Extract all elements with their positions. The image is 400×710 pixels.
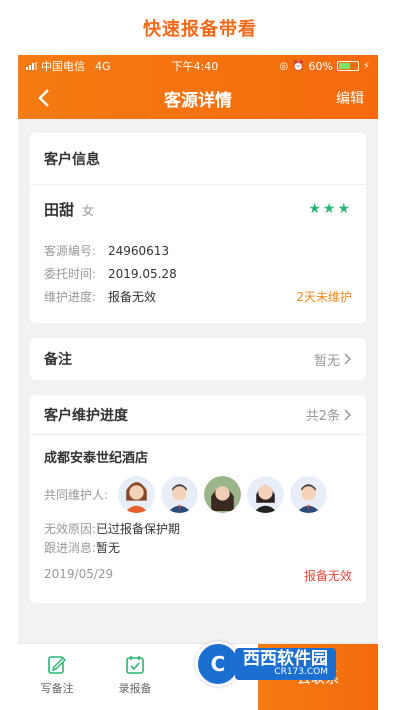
app-header: 中国电信 4G 下午4:40 ◎ ⏰ 60% ⚡ 客源详情 编辑 bbox=[18, 55, 378, 119]
avatar[interactable] bbox=[118, 475, 155, 513]
reason-label: 无效原因: bbox=[44, 522, 97, 536]
invalid-reason-row: 无效原因: 已过报备保护期 bbox=[30, 519, 366, 538]
customer-name-row: 田甜 女 ★★★ bbox=[30, 185, 366, 233]
watermark: C 西西软件园 CR173.COM bbox=[195, 640, 380, 688]
clock: 下午4:40 bbox=[171, 60, 219, 73]
customer-name: 田甜 bbox=[44, 200, 75, 219]
customer-info-header: 客户信息 bbox=[30, 133, 366, 185]
lock-rotation-icon: ◎ bbox=[279, 60, 289, 72]
promo-title: 快速报备带看 bbox=[143, 18, 257, 40]
section-title: 客户信息 bbox=[44, 151, 100, 168]
progress-footer: 2019/05/29 报备无效 bbox=[30, 567, 366, 584]
promo-banner: 快速报备带看 bbox=[0, 0, 400, 55]
rating-stars-icon: ★★★ bbox=[308, 201, 352, 217]
watermark-url: CR173.COM bbox=[274, 667, 328, 678]
battery-percent: 60% bbox=[308, 59, 333, 73]
field-row: 客源编号: 24960613 bbox=[30, 239, 366, 262]
follow-label: 跟进消息: bbox=[44, 541, 97, 555]
signal-icon bbox=[26, 62, 37, 70]
avatar[interactable] bbox=[290, 475, 327, 513]
follow-value: 暂无 bbox=[96, 541, 121, 555]
edit-button[interactable]: 编辑 bbox=[336, 88, 364, 108]
field-value: 2019.05.28 bbox=[108, 266, 177, 281]
tab-label: 写备注 bbox=[40, 682, 74, 695]
co-maintainers-row: 共同维护人: bbox=[30, 469, 366, 519]
nav-bar: 客源详情 编辑 bbox=[18, 77, 378, 119]
alarm-icon: ⏰ bbox=[292, 60, 305, 72]
field-value: 报备无效 bbox=[108, 290, 157, 304]
status-badge: 报备无效 bbox=[303, 569, 352, 583]
avatar[interactable] bbox=[247, 475, 284, 513]
edit-note-icon bbox=[48, 656, 66, 674]
hotel-name: 成都安泰世纪酒店 bbox=[44, 451, 149, 466]
follow-up-row: 跟进消息: 暂无 bbox=[30, 538, 366, 557]
progress-count: 共2条 bbox=[305, 409, 340, 424]
note-row[interactable]: 备注 暂无 bbox=[30, 338, 366, 380]
chevron-left-icon bbox=[38, 89, 49, 107]
chevron-right-icon bbox=[344, 408, 352, 421]
field-row: 维护进度: 报备无效 2天未维护 bbox=[30, 285, 366, 308]
tab-label: 录报备 bbox=[118, 682, 152, 695]
field-value: 24960613 bbox=[108, 243, 170, 258]
customer-gender: 女 bbox=[82, 203, 95, 218]
co-maintainers-label: 共同维护人: bbox=[44, 487, 109, 502]
network-type: 4G bbox=[95, 59, 111, 73]
battery-icon bbox=[336, 61, 359, 71]
calendar-check-icon bbox=[126, 656, 144, 674]
watermark-text: 西西软件园 bbox=[243, 648, 328, 669]
field-label: 客源编号: bbox=[44, 244, 97, 258]
customer-info-card: 客户信息 田甜 女 ★★★ 客源编号: 24960613 委托时间: 2019.… bbox=[30, 133, 366, 323]
back-button[interactable] bbox=[32, 85, 56, 111]
field-label: 维护进度: bbox=[44, 290, 97, 304]
field-row: 委托时间: 2019.05.28 bbox=[30, 262, 366, 285]
progress-title: 客户维护进度 bbox=[44, 407, 128, 424]
reason-value: 已过报备保护期 bbox=[96, 522, 181, 536]
carrier-name: 中国电信 bbox=[41, 60, 85, 73]
maintenance-warning: 2天未维护 bbox=[296, 290, 352, 304]
tab-write-note[interactable]: 写备注 bbox=[18, 644, 96, 710]
progress-header[interactable]: 客户维护进度 共2条 bbox=[30, 395, 366, 435]
progress-date: 2019/05/29 bbox=[44, 567, 114, 581]
avatar[interactable] bbox=[161, 475, 198, 513]
tab-record-report[interactable]: 录报备 bbox=[96, 644, 174, 710]
maintenance-progress-card: 客户维护进度 共2条 成都安泰世纪酒店 共同维护人: 无效原因: 已过报备保护期… bbox=[30, 395, 366, 603]
phone-screen: 中国电信 4G 下午4:40 ◎ ⏰ 60% ⚡ 客源详情 编辑 客户信息 田甜… bbox=[18, 55, 378, 710]
field-label: 委托时间: bbox=[44, 267, 97, 281]
charging-icon: ⚡ bbox=[362, 60, 370, 72]
note-value: 暂无 bbox=[313, 353, 340, 369]
chevron-right-icon bbox=[344, 353, 352, 365]
avatar[interactable] bbox=[204, 475, 241, 513]
page-title: 客源详情 bbox=[164, 90, 232, 111]
status-bar: 中国电信 4G 下午4:40 ◎ ⏰ 60% ⚡ bbox=[18, 55, 378, 77]
note-label: 备注 bbox=[44, 352, 72, 368]
